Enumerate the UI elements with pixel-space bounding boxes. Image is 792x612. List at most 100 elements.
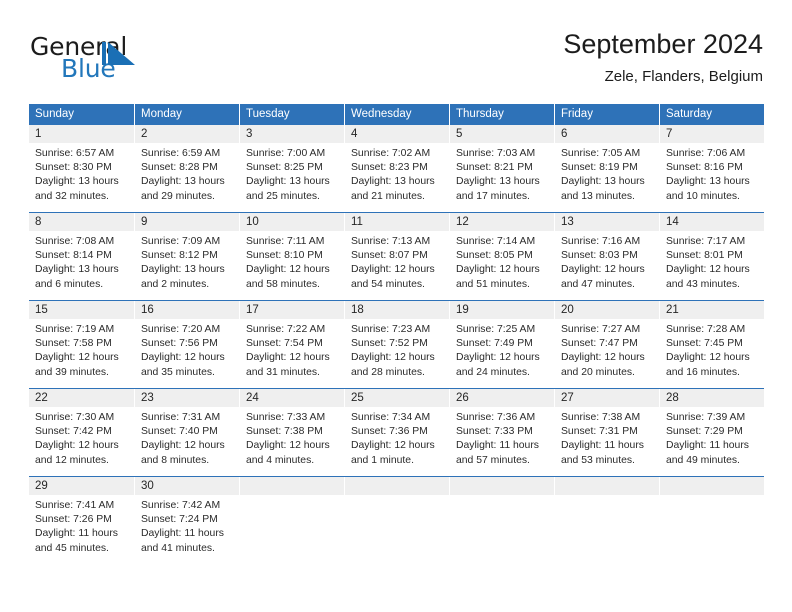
page-header: General Blue September 2024 Zele, Flande… (0, 0, 792, 85)
day-detail-line: Sunset: 8:16 PM (666, 162, 743, 174)
day-cell[interactable]: 3 Sunrise: 7:00 AM Sunset: 8:25 PM Daylight… (239, 125, 344, 211)
day-detail-line: and 49 minutes. (666, 454, 740, 466)
day-cell[interactable]: 21 Sunrise: 7:28 AM Sunset: 7:45 PM Dayligh… (659, 301, 764, 387)
day-number (345, 477, 449, 495)
day-detail-line: Sunset: 8:05 PM (456, 250, 533, 262)
day-cell[interactable]: 22 Sunrise: 7:30 AM Sunset: 7:42 PM Dayligh… (29, 389, 134, 475)
day-detail-line: and 8 minutes. (141, 454, 210, 466)
day-cell[interactable]: 8 Sunrise: 7:08 AM Sunset: 8:14 PM Daylight… (29, 213, 134, 299)
day-detail-line: Sunset: 7:31 PM (561, 426, 638, 438)
day-detail-line: and 21 minutes. (351, 190, 425, 202)
day-detail-line: and 24 minutes. (456, 366, 530, 378)
day-cell[interactable]: 2 Sunrise: 6:59 AM Sunset: 8:28 PM Daylight… (134, 125, 239, 211)
day-details: Sunrise: 7:00 AM Sunset: 8:25 PM Daylight:… (240, 143, 344, 211)
day-detail-line: and 57 minutes. (456, 454, 530, 466)
day-number: 7 (660, 125, 764, 143)
calendar-week-row: 29 Sunrise: 7:41 AM Sunset: 7:26 PM Dayligh… (29, 476, 764, 563)
day-cell[interactable]: 20 Sunrise: 7:27 AM Sunset: 7:47 PM Dayligh… (554, 301, 659, 387)
day-cell[interactable]: 23 Sunrise: 7:31 AM Sunset: 7:40 PM Dayligh… (134, 389, 239, 475)
day-cell[interactable]: 12 Sunrise: 7:14 AM Sunset: 8:05 PM Dayligh… (449, 213, 554, 299)
day-detail-line: Sunset: 7:54 PM (246, 338, 323, 350)
day-number: 25 (345, 389, 449, 407)
day-number: 10 (240, 213, 344, 231)
weekday-header-friday: Friday (554, 104, 659, 125)
day-details: Sunrise: 7:22 AM Sunset: 7:54 PM Daylight:… (240, 319, 344, 387)
day-cell[interactable]: 28 Sunrise: 7:39 AM Sunset: 7:29 PM Dayligh… (659, 389, 764, 475)
day-detail-line: Daylight: 13 hours (141, 264, 225, 276)
day-cell[interactable]: 5 Sunrise: 7:03 AM Sunset: 8:21 PM Daylight… (449, 125, 554, 211)
day-cell[interactable]: 1 Sunrise: 6:57 AM Sunset: 8:30 PM Daylight… (29, 125, 134, 211)
day-detail-line: and 41 minutes. (141, 542, 215, 554)
day-detail-line: Sunrise: 7:08 AM (35, 236, 115, 247)
day-cell[interactable]: 27 Sunrise: 7:38 AM Sunset: 7:31 PM Dayligh… (554, 389, 659, 475)
day-detail-line: Daylight: 12 hours (141, 440, 225, 452)
day-detail-line: and 20 minutes. (561, 366, 635, 378)
day-cell[interactable]: 13 Sunrise: 7:16 AM Sunset: 8:03 PM Dayligh… (554, 213, 659, 299)
day-detail-line: and 25 minutes. (246, 190, 320, 202)
day-cell[interactable]: 25 Sunrise: 7:34 AM Sunset: 7:36 PM Dayligh… (344, 389, 449, 475)
day-details: Sunrise: 7:14 AM Sunset: 8:05 PM Daylight:… (450, 231, 554, 299)
day-detail-line: Daylight: 11 hours (35, 528, 118, 540)
day-cell[interactable]: 4 Sunrise: 7:02 AM Sunset: 8:23 PM Daylight… (344, 125, 449, 211)
day-details: Sunrise: 7:23 AM Sunset: 7:52 PM Daylight:… (345, 319, 449, 387)
day-detail-line: Sunset: 8:28 PM (141, 162, 218, 174)
day-detail-line: Sunset: 8:14 PM (35, 250, 112, 262)
day-number: 18 (345, 301, 449, 319)
day-detail-line: and 29 minutes. (141, 190, 215, 202)
day-detail-line: Daylight: 11 hours (141, 528, 224, 540)
day-details: Sunrise: 7:25 AM Sunset: 7:49 PM Daylight:… (450, 319, 554, 387)
day-detail-line: Sunset: 8:23 PM (351, 162, 428, 174)
day-number: 4 (345, 125, 449, 143)
day-details: Sunrise: 7:06 AM Sunset: 8:16 PM Daylight:… (660, 143, 764, 211)
day-cell[interactable]: 14 Sunrise: 7:17 AM Sunset: 8:01 PM Dayligh… (659, 213, 764, 299)
day-cell[interactable]: 18 Sunrise: 7:23 AM Sunset: 7:52 PM Dayligh… (344, 301, 449, 387)
day-details: Sunrise: 6:59 AM Sunset: 8:28 PM Daylight:… (135, 143, 239, 211)
day-cell[interactable]: 9 Sunrise: 7:09 AM Sunset: 8:12 PM Daylight… (134, 213, 239, 299)
day-cell[interactable]: 29 Sunrise: 7:41 AM Sunset: 7:26 PM Dayligh… (29, 477, 134, 563)
day-cell[interactable]: 26 Sunrise: 7:36 AM Sunset: 7:33 PM Dayligh… (449, 389, 554, 475)
day-detail-line: and 10 minutes. (666, 190, 740, 202)
day-cell[interactable]: 11 Sunrise: 7:13 AM Sunset: 8:07 PM Dayligh… (344, 213, 449, 299)
day-cell[interactable]: 30 Sunrise: 7:42 AM Sunset: 7:24 PM Dayligh… (134, 477, 239, 563)
day-detail-line: and 54 minutes. (351, 278, 425, 290)
day-detail-line: Sunrise: 7:38 AM (561, 412, 641, 423)
day-detail-line: Sunset: 7:24 PM (141, 514, 218, 526)
day-number: 5 (450, 125, 554, 143)
day-detail-line: Sunrise: 7:20 AM (141, 324, 221, 335)
day-detail-line: Sunrise: 7:03 AM (456, 148, 536, 159)
day-cell[interactable]: 16 Sunrise: 7:20 AM Sunset: 7:56 PM Dayligh… (134, 301, 239, 387)
brand-logo[interactable]: General Blue (30, 32, 210, 83)
day-number: 21 (660, 301, 764, 319)
day-number: 2 (135, 125, 239, 143)
day-detail-line: Daylight: 13 hours (351, 176, 435, 188)
day-detail-line: Daylight: 12 hours (666, 352, 750, 364)
day-details: Sunrise: 7:27 AM Sunset: 7:47 PM Daylight:… (555, 319, 659, 387)
day-cell[interactable]: 6 Sunrise: 7:05 AM Sunset: 8:19 PM Daylight… (554, 125, 659, 211)
day-cell-empty (554, 477, 659, 563)
day-cell[interactable]: 17 Sunrise: 7:22 AM Sunset: 7:54 PM Dayligh… (239, 301, 344, 387)
day-number: 22 (29, 389, 134, 407)
day-detail-line: and 53 minutes. (561, 454, 635, 466)
day-detail-line: Sunrise: 7:39 AM (666, 412, 746, 423)
day-details: Sunrise: 7:28 AM Sunset: 7:45 PM Daylight:… (660, 319, 764, 387)
day-detail-line: and 1 minute. (351, 454, 414, 466)
day-number: 6 (555, 125, 659, 143)
day-detail-line: Daylight: 12 hours (561, 264, 645, 276)
day-detail-line: Sunset: 8:03 PM (561, 250, 638, 262)
calendar-weeks: 1 Sunrise: 6:57 AM Sunset: 8:30 PM Daylight… (29, 125, 764, 563)
day-number: 16 (135, 301, 239, 319)
day-cell[interactable]: 15 Sunrise: 7:19 AM Sunset: 7:58 PM Dayligh… (29, 301, 134, 387)
day-number: 27 (555, 389, 659, 407)
day-cell[interactable]: 7 Sunrise: 7:06 AM Sunset: 8:16 PM Daylight… (659, 125, 764, 211)
day-details (660, 495, 764, 563)
day-detail-line: and 13 minutes. (561, 190, 635, 202)
day-number: 3 (240, 125, 344, 143)
day-cell[interactable]: 10 Sunrise: 7:11 AM Sunset: 8:10 PM Dayligh… (239, 213, 344, 299)
day-detail-line: and 4 minutes. (246, 454, 315, 466)
page-title: September 2024 (563, 29, 763, 59)
day-number: 29 (29, 477, 134, 495)
day-cell[interactable]: 19 Sunrise: 7:25 AM Sunset: 7:49 PM Dayligh… (449, 301, 554, 387)
day-cell-empty (239, 477, 344, 563)
day-detail-line: Sunset: 7:42 PM (35, 426, 112, 438)
day-cell[interactable]: 24 Sunrise: 7:33 AM Sunset: 7:38 PM Dayligh… (239, 389, 344, 475)
